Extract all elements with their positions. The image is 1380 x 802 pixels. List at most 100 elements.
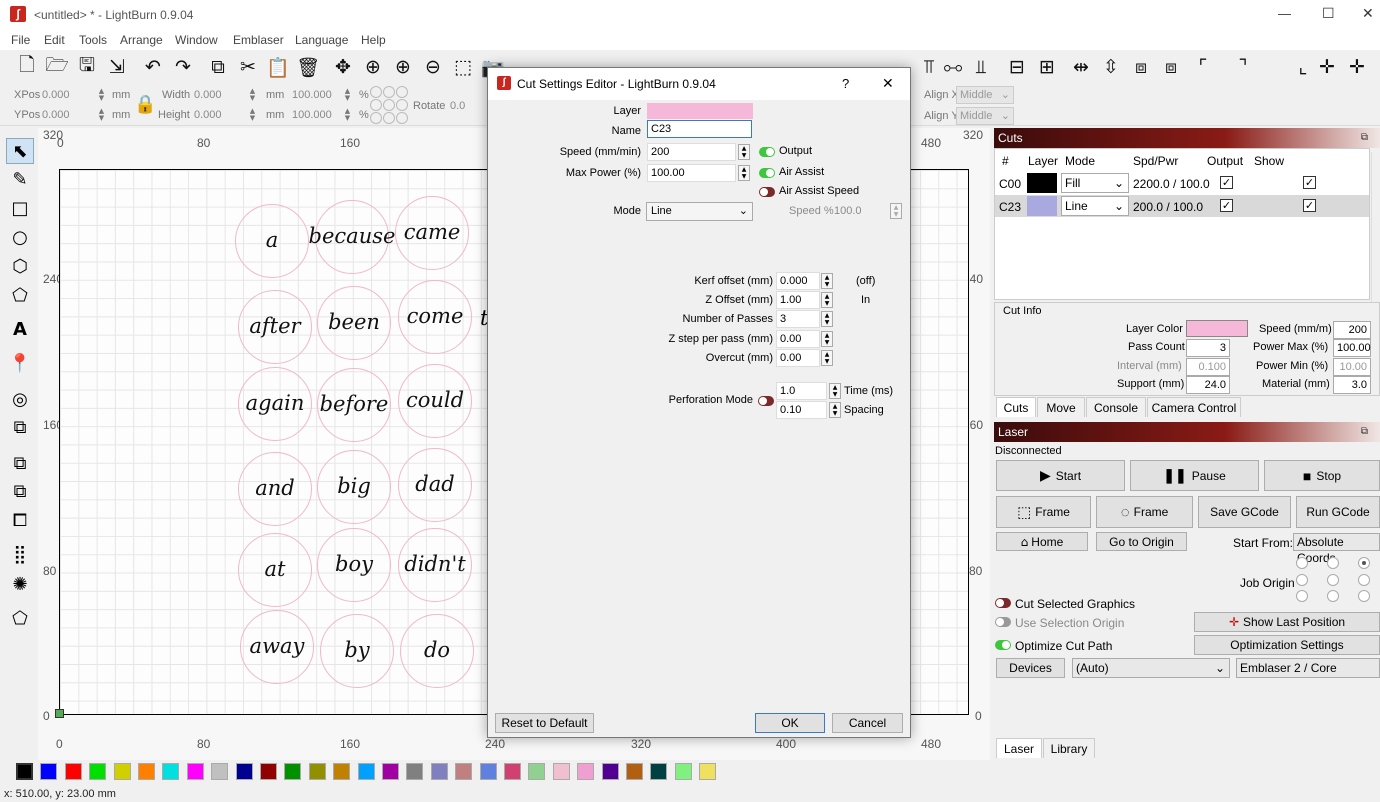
overcut-spinner[interactable]: ▲ ▼ bbox=[821, 350, 833, 366]
corner-bl-icon[interactable]: ⌞ bbox=[1290, 54, 1316, 80]
kerf-input[interactable]: 0.000 bbox=[776, 272, 820, 290]
home-button[interactable]: ⌂ Home bbox=[996, 532, 1088, 551]
name-input[interactable] bbox=[647, 120, 752, 138]
palette-swatch[interactable] bbox=[455, 763, 473, 780]
text-tool-icon[interactable]: A bbox=[6, 316, 34, 342]
subtract-tool-icon[interactable]: ⧉ bbox=[6, 478, 34, 504]
device-port-select[interactable]: (Auto) ⌄ bbox=[1072, 658, 1230, 678]
optimization-settings-button[interactable]: Optimization Settings bbox=[1194, 635, 1380, 655]
origin-radio-mc[interactable] bbox=[1327, 574, 1339, 586]
use-selection-origin-toggle[interactable] bbox=[995, 617, 1011, 627]
pen-tool-icon[interactable]: ✎ bbox=[6, 166, 34, 192]
zoom-in-icon[interactable]: ⊕ bbox=[390, 54, 416, 80]
palette-swatch[interactable] bbox=[601, 763, 619, 780]
align-middle-icon[interactable]: ⧟ bbox=[940, 54, 966, 80]
xpos-field[interactable]: 0.000 bbox=[42, 89, 70, 101]
align-y-select[interactable]: Middle ⌄ bbox=[956, 107, 1014, 125]
select-tool-icon[interactable]: ⬉ bbox=[6, 138, 34, 164]
origin-radio-bc[interactable] bbox=[1327, 590, 1339, 602]
origin-radio-tc[interactable] bbox=[1327, 557, 1339, 569]
output-checkbox[interactable]: ✓ bbox=[1220, 176, 1233, 189]
tab-laser[interactable]: Laser bbox=[996, 738, 1042, 758]
palette-swatch[interactable] bbox=[382, 763, 399, 780]
palette-swatch[interactable] bbox=[16, 763, 33, 780]
width-spinner[interactable]: ▲ ▼ bbox=[248, 88, 257, 102]
frame-rect-button[interactable]: ⬚ Frame bbox=[996, 496, 1091, 528]
undock-icon[interactable]: ⧉ bbox=[1361, 422, 1368, 442]
pentagon-tool-icon[interactable]: ⬠ bbox=[6, 282, 34, 308]
close-button[interactable]: ✕ bbox=[1362, 5, 1374, 22]
palette-swatch[interactable] bbox=[333, 763, 351, 780]
distribute-v-icon[interactable]: ⊞ bbox=[1034, 54, 1060, 80]
palette-swatch[interactable] bbox=[406, 763, 424, 780]
offset-tool-icon[interactable]: ◎ bbox=[6, 386, 34, 412]
reset-to-default-button[interactable]: Reset to Default bbox=[495, 713, 594, 733]
dialog-close-button[interactable]: ✕ bbox=[882, 75, 894, 92]
overcut-input[interactable]: 0.00 bbox=[776, 349, 820, 367]
ypos-spinner[interactable]: ▲ ▼ bbox=[97, 108, 106, 122]
align-bottom-icon[interactable]: ⫫ bbox=[968, 54, 994, 80]
kerf-spinner[interactable]: ▲ ▼ bbox=[821, 273, 833, 289]
passes-input[interactable]: 3 bbox=[776, 310, 820, 328]
palette-swatch[interactable] bbox=[699, 763, 717, 780]
scale-height-spinner[interactable]: ▲ ▼ bbox=[343, 108, 352, 122]
xpos-spinner[interactable]: ▲ ▼ bbox=[97, 88, 106, 102]
z-offset-input[interactable]: 1.00 bbox=[776, 291, 820, 309]
speed-input[interactable]: 200 bbox=[647, 143, 736, 161]
z-offset-spinner[interactable]: ▲ ▼ bbox=[821, 292, 833, 308]
origin-radio-tl[interactable] bbox=[1296, 557, 1308, 569]
mode-select[interactable]: Line ⌄ bbox=[1061, 196, 1129, 216]
grid-array-icon[interactable]: ⣿ bbox=[6, 541, 34, 567]
width-field[interactable]: 0.000 bbox=[194, 89, 222, 101]
menu-emblaser[interactable]: Emblaser bbox=[233, 33, 284, 47]
rectangle-tool-icon[interactable]: □ bbox=[6, 195, 34, 221]
menu-window[interactable]: Window bbox=[175, 33, 218, 47]
origin-radio-tr[interactable] bbox=[1358, 557, 1370, 569]
weld-tool-icon[interactable]: ⧉ bbox=[6, 414, 34, 440]
mode-select[interactable]: Line ⌄ bbox=[646, 202, 753, 221]
devices-button[interactable]: Devices bbox=[996, 658, 1065, 678]
origin-radio-br[interactable] bbox=[1358, 590, 1370, 602]
perf-spacing-input[interactable]: 0.10 bbox=[776, 401, 827, 419]
center-icon[interactable]: ✛ bbox=[1314, 54, 1340, 80]
tab-library[interactable]: Library bbox=[1043, 738, 1095, 758]
ypos-field[interactable]: 0.000 bbox=[42, 109, 70, 121]
zoom-fit-icon[interactable]: ⊕ bbox=[360, 54, 386, 80]
corner-br-icon[interactable]: ✛ bbox=[1344, 54, 1370, 80]
palette-swatch[interactable] bbox=[138, 763, 155, 780]
palette-swatch[interactable] bbox=[528, 763, 546, 780]
frame-circle-button[interactable]: ◌ Frame bbox=[1096, 496, 1193, 528]
stop-button[interactable]: ■ Stop bbox=[1264, 460, 1380, 491]
perf-time-input[interactable]: 1.0 bbox=[776, 382, 827, 400]
output-checkbox[interactable]: ✓ bbox=[1220, 199, 1233, 212]
zoom-out-icon[interactable]: ⊖ bbox=[420, 54, 446, 80]
delete-icon[interactable]: 🗑 bbox=[295, 54, 321, 80]
intersect-tool-icon[interactable]: ⧠ bbox=[6, 507, 34, 533]
import-icon[interactable]: ⇲ bbox=[104, 54, 130, 80]
palette-swatch[interactable] bbox=[284, 763, 302, 780]
height-spinner[interactable]: ▲ ▼ bbox=[248, 108, 257, 122]
palette-swatch[interactable] bbox=[577, 763, 595, 780]
palette-swatch[interactable] bbox=[260, 763, 277, 780]
menu-tools[interactable]: Tools bbox=[79, 33, 107, 47]
layer-color-swatch[interactable] bbox=[1027, 196, 1057, 216]
cut-selected-toggle[interactable] bbox=[995, 598, 1011, 608]
select-frame-icon[interactable]: ⬚ bbox=[450, 54, 476, 80]
height-field[interactable]: 0.000 bbox=[194, 109, 222, 121]
origin-radio-mr[interactable] bbox=[1358, 574, 1370, 586]
union-tool-icon[interactable]: ⧉ bbox=[6, 450, 34, 476]
speed-spinner[interactable]: ▲ ▼ bbox=[738, 144, 750, 160]
perforation-toggle[interactable] bbox=[758, 396, 774, 406]
minimize-button[interactable]: — bbox=[1278, 6, 1291, 21]
undock-icon[interactable]: ⧉ bbox=[1361, 128, 1368, 148]
palette-swatch[interactable] bbox=[162, 763, 180, 780]
show-checkbox[interactable]: ✓ bbox=[1303, 199, 1316, 212]
align-x-select[interactable]: Middle ⌄ bbox=[956, 86, 1014, 104]
go-to-origin-button[interactable]: Go to Origin bbox=[1096, 532, 1187, 551]
start-from-select[interactable]: Absolute Coords bbox=[1293, 533, 1380, 565]
size-match-icon[interactable]: ⧈ bbox=[1128, 54, 1154, 80]
pause-button[interactable]: ❚❚ Pause bbox=[1130, 460, 1259, 491]
air-assist-toggle[interactable] bbox=[759, 168, 775, 178]
distribute-h-icon[interactable]: ⊟ bbox=[1004, 54, 1030, 80]
palette-swatch[interactable] bbox=[211, 763, 229, 780]
